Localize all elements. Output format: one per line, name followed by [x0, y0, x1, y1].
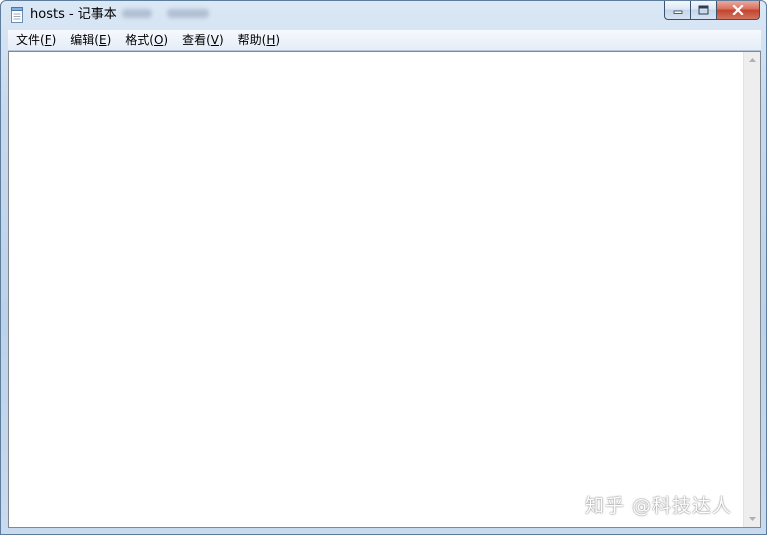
- menu-view[interactable]: 查看(V): [176, 31, 230, 49]
- notepad-icon: [11, 7, 23, 23]
- menu-help[interactable]: 帮助(H): [232, 31, 286, 49]
- scroll-down-button[interactable]: [744, 511, 760, 527]
- window-title: hosts - 记事本: [30, 7, 117, 22]
- scroll-up-arrow-icon: [748, 58, 756, 62]
- close-button[interactable]: [716, 1, 760, 20]
- caption-buttons: [664, 1, 760, 21]
- minimize-button[interactable]: [664, 1, 690, 20]
- menu-file[interactable]: 文件(F): [10, 31, 62, 49]
- text-edit-area[interactable]: [9, 52, 743, 527]
- title-blur-mask: [122, 9, 152, 18]
- menu-edit[interactable]: 编辑(E): [64, 31, 117, 49]
- text-editor: [8, 51, 761, 528]
- scroll-up-button[interactable]: [744, 52, 760, 68]
- notepad-window: hosts - 记事本 文件(F) 编辑(E) 格式(O) 查看(V) 帮助(H…: [0, 0, 767, 535]
- vertical-scrollbar[interactable]: [743, 52, 760, 527]
- scroll-down-arrow-icon: [748, 517, 756, 521]
- menu-format[interactable]: 格式(O): [119, 31, 174, 49]
- close-icon: [732, 5, 744, 15]
- title-bar[interactable]: hosts - 记事本: [1, 1, 766, 29]
- maximize-button[interactable]: [690, 1, 716, 20]
- menu-bar: 文件(F) 编辑(E) 格式(O) 查看(V) 帮助(H): [8, 30, 761, 51]
- maximize-icon: [698, 5, 709, 15]
- minimize-icon: [673, 10, 682, 14]
- watermark: 知乎 @科技达人: [585, 495, 733, 517]
- title-blur-mask: [167, 9, 209, 18]
